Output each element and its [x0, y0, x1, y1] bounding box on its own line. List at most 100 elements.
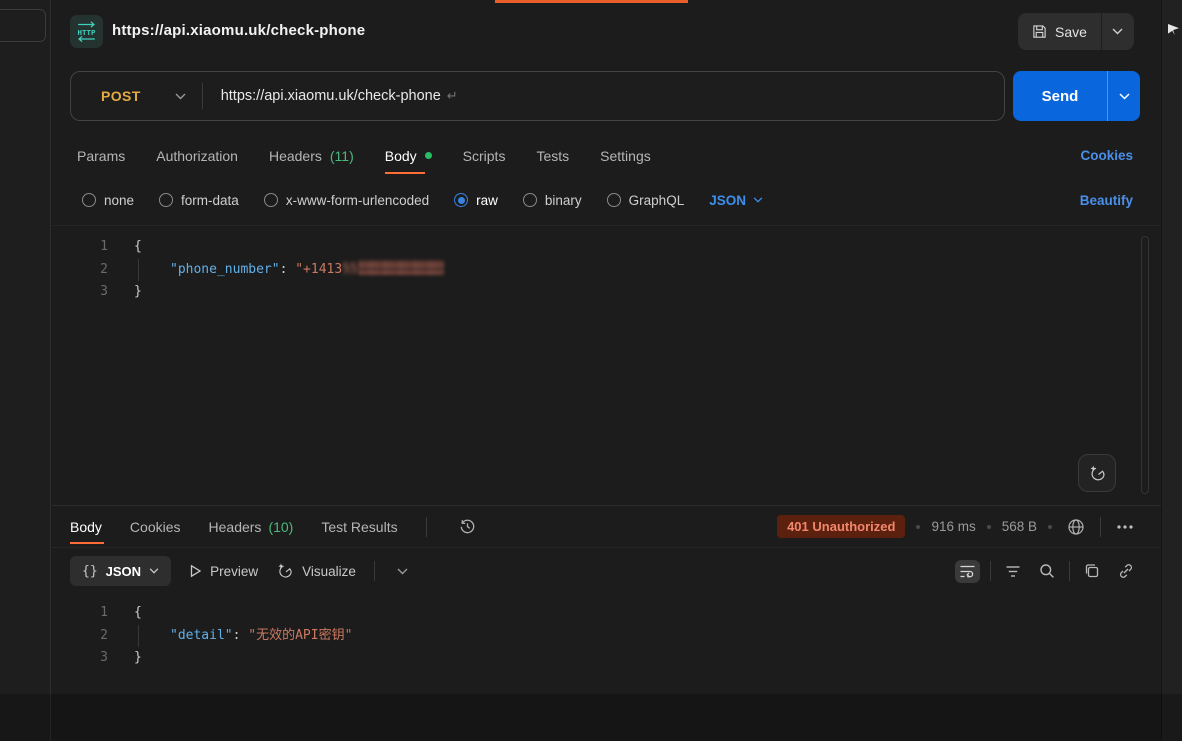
response-body-editor[interactable]: 1 { 2 "detail": "无效的API密钥" 3 }: [52, 594, 1161, 670]
code-line: 1 {: [52, 236, 1161, 259]
divider: [1069, 561, 1070, 581]
postbot-sparkle-icon: [1088, 464, 1107, 483]
indent-guide: [138, 625, 139, 647]
wrap-text-button[interactable]: [955, 560, 980, 583]
tab-body[interactable]: Body: [385, 133, 432, 178]
postbot-ai-button[interactable]: [1078, 454, 1116, 492]
tab-scripts[interactable]: Scripts: [463, 133, 506, 178]
line-number: 3: [52, 647, 108, 670]
chevron-down-icon: [1119, 93, 1130, 100]
chevron-down-icon: [1112, 28, 1123, 35]
tab-settings[interactable]: Settings: [600, 133, 651, 178]
request-topbar: HTTP https://api.xiaomu.uk/check-phone S…: [52, 0, 1161, 62]
request-tabs: Params Authorization Headers (11) Body S…: [52, 133, 1161, 178]
send-options-button[interactable]: [1107, 71, 1140, 121]
divider: [202, 83, 203, 109]
send-button[interactable]: Send: [1013, 71, 1107, 121]
radio-x-www-form-urlencoded[interactable]: x-www-form-urlencoded: [264, 193, 429, 208]
send-button-group: Send: [1013, 71, 1140, 121]
code-line: 1 {: [52, 602, 1161, 625]
line-number: 1: [52, 602, 108, 625]
visualize-options-button[interactable]: [393, 564, 412, 579]
active-tab-underline: [385, 172, 425, 174]
divider: [374, 561, 375, 581]
save-button[interactable]: Save: [1018, 13, 1101, 50]
sidebar-partial-tab[interactable]: [0, 9, 46, 42]
method-selector[interactable]: POST: [71, 88, 202, 104]
cookies-link[interactable]: Cookies: [1080, 133, 1133, 178]
visualize-button[interactable]: Visualize: [276, 562, 356, 580]
url-input[interactable]: https://api.xiaomu.uk/check-phone↵: [221, 88, 458, 104]
code-line: 2 "detail": "无效的API密钥": [52, 625, 1161, 648]
wrap-text-icon: [959, 564, 976, 579]
divider: [426, 517, 427, 537]
radio-icon: [523, 193, 537, 207]
chevron-down-icon: [149, 568, 159, 574]
method-label: POST: [101, 88, 141, 104]
radio-icon: [264, 193, 278, 207]
response-more-options-button[interactable]: [1112, 520, 1138, 534]
language-selector[interactable]: JSON: [709, 193, 763, 208]
response-headers-count: (10): [268, 519, 293, 535]
preview-button[interactable]: Preview: [189, 564, 258, 579]
beautify-link[interactable]: Beautify: [1080, 193, 1133, 208]
response-history-button[interactable]: [455, 514, 480, 539]
active-tab-underline: [70, 542, 104, 544]
filter-button[interactable]: [1001, 561, 1025, 582]
http-badge-text: HTTP: [78, 28, 96, 37]
response-tab-headers[interactable]: Headers (10): [209, 506, 294, 547]
tab-tests[interactable]: Tests: [536, 133, 569, 178]
response-format-selector[interactable]: {} JSON: [70, 556, 171, 586]
response-panel: Body Cookies Headers (10) Test Results: [52, 505, 1161, 741]
response-tab-body[interactable]: Body: [70, 506, 102, 547]
blurred-digits: 55: [342, 262, 358, 277]
body-mode-row: none form-data x-www-form-urlencoded raw…: [52, 183, 1161, 217]
radio-binary[interactable]: binary: [523, 193, 582, 208]
response-time[interactable]: 916 ms: [931, 519, 975, 534]
link-icon: [1118, 563, 1134, 579]
status-badge[interactable]: 401 Unauthorized: [777, 515, 905, 538]
line-number: 2: [52, 259, 108, 282]
preview-play-icon: [189, 564, 202, 578]
response-toolbar: {} JSON Preview: [52, 548, 1161, 594]
radio-icon: [159, 193, 173, 207]
code-line: 3 }: [52, 647, 1161, 670]
save-button-label: Save: [1055, 24, 1087, 40]
body-modified-dot: [425, 152, 432, 159]
radio-none[interactable]: none: [82, 193, 134, 208]
editor-scrollbar[interactable]: [1141, 236, 1149, 494]
radio-graphql[interactable]: GraphQL: [607, 193, 685, 208]
ellipsis-icon: [1116, 524, 1134, 530]
divider: [990, 561, 991, 581]
response-meta: 401 Unauthorized 916 ms 568 B: [777, 506, 1138, 547]
url-value: https://api.xiaomu.uk/check-phone: [221, 88, 441, 104]
mouse-cursor-icon: [1168, 24, 1179, 35]
globe-icon: [1067, 518, 1085, 536]
code-line: 3 }: [52, 281, 1161, 304]
network-info-button[interactable]: [1063, 514, 1089, 540]
response-tab-cookies[interactable]: Cookies: [130, 506, 181, 547]
tab-params[interactable]: Params: [77, 133, 125, 178]
link-button[interactable]: [1114, 559, 1138, 583]
response-tab-test-results[interactable]: Test Results: [321, 506, 397, 547]
response-toolbar-right: [955, 559, 1138, 583]
search-button[interactable]: [1035, 559, 1059, 583]
divider: [1100, 517, 1101, 537]
response-tabs: Body Cookies Headers (10) Test Results: [52, 506, 1161, 548]
response-size[interactable]: 568 B: [1002, 519, 1037, 534]
redacted-phone-block: [358, 260, 444, 275]
radio-icon: [82, 193, 96, 207]
copy-button[interactable]: [1080, 559, 1104, 583]
radio-selected-icon: [454, 193, 468, 207]
separator-dot: [916, 525, 920, 529]
radio-form-data[interactable]: form-data: [159, 193, 239, 208]
radio-icon: [607, 193, 621, 207]
save-options-button[interactable]: [1101, 13, 1134, 50]
tab-headers[interactable]: Headers (11): [269, 133, 354, 178]
history-clock-icon: [459, 518, 476, 535]
request-body-editor[interactable]: 1 { 2 "phone_number": "+141355 3 }: [52, 225, 1161, 505]
chevron-down-icon: [753, 197, 763, 203]
tab-authorization[interactable]: Authorization: [156, 133, 238, 178]
chevron-down-icon: [397, 568, 408, 575]
radio-raw[interactable]: raw: [454, 193, 498, 208]
